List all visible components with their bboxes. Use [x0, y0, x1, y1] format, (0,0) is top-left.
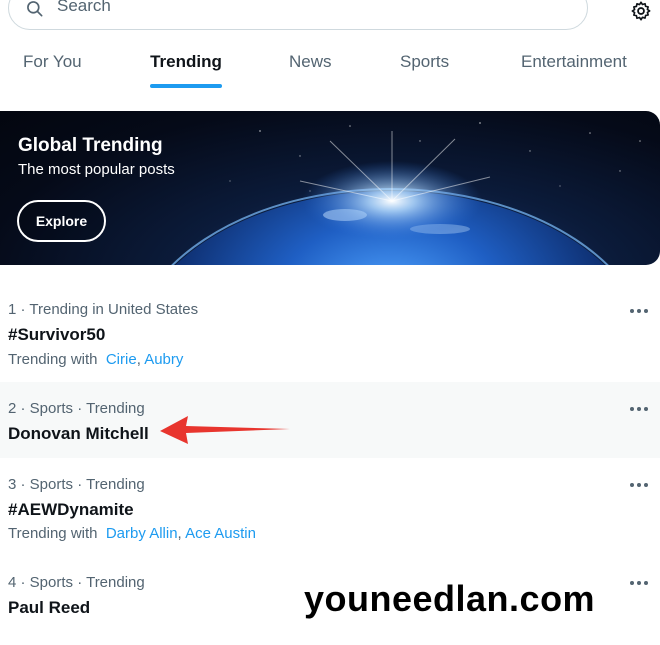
- related-link[interactable]: Darby Allin: [106, 525, 178, 542]
- trend-name: #AEWDynamite: [8, 500, 134, 519]
- tab-for-you[interactable]: For You: [23, 40, 82, 95]
- search-icon: [27, 1, 43, 17]
- trend-item[interactable]: 1 · Trending in United States #Survivor5…: [0, 290, 660, 382]
- banner-subtitle: The most popular posts: [18, 161, 175, 178]
- watermark-text: youneedlan.com: [304, 578, 596, 619]
- global-trending-banner[interactable]: Global Trending The most popular posts E…: [0, 111, 660, 265]
- tab-label: Sports: [400, 52, 450, 71]
- tab-label: Trending: [150, 52, 222, 71]
- related-link[interactable]: Ace Austin: [185, 525, 256, 542]
- search-bar[interactable]: [8, 0, 588, 30]
- active-tab-indicator: [150, 84, 222, 88]
- tab-news[interactable]: News: [289, 40, 332, 95]
- red-arrow-icon: [160, 416, 290, 444]
- trend-related-label: Trending with: [8, 525, 98, 542]
- banner-title: Global Trending: [18, 135, 163, 156]
- explore-button[interactable]: Explore: [17, 200, 106, 242]
- trend-related: Trending with Darby Allin, Ace Austin: [8, 525, 256, 542]
- trend-item[interactable]: 3 · Sports · Trending #AEWDynamite Trend…: [0, 458, 660, 556]
- related-link[interactable]: Cirie: [106, 351, 137, 368]
- tab-trending[interactable]: Trending: [150, 40, 222, 95]
- trend-meta: 4 · Sports · Trending: [8, 574, 145, 591]
- trend-meta: 3 · Sports · Trending: [8, 476, 145, 493]
- more-horizontal-icon[interactable]: [630, 306, 652, 316]
- tab-label: For You: [23, 52, 82, 71]
- trend-meta: 2 · Sports · Trending: [8, 400, 145, 417]
- trend-item[interactable]: 2 · Sports · Trending Donovan Mitchell: [0, 382, 660, 458]
- related-link[interactable]: Aubry: [144, 351, 183, 368]
- tab-entertainment[interactable]: Entertainment: [521, 40, 627, 95]
- tab-label: Entertainment: [521, 52, 627, 71]
- tab-bar: For You Trending News Sports Entertainme…: [0, 40, 660, 95]
- trend-name: Paul Reed: [8, 598, 91, 617]
- trend-name: Donovan Mitchell: [8, 424, 149, 443]
- more-horizontal-icon[interactable]: [630, 480, 652, 490]
- tab-label: News: [289, 52, 332, 71]
- trend-related: Trending with Cirie, Aubry: [8, 351, 184, 368]
- more-horizontal-icon[interactable]: [630, 404, 652, 414]
- more-horizontal-icon[interactable]: [630, 578, 652, 588]
- trend-meta: 1 · Trending in United States: [8, 301, 199, 318]
- trend-related-label: Trending with: [8, 351, 98, 368]
- gear-icon[interactable]: [630, 0, 652, 22]
- trend-name: #Survivor50: [8, 325, 106, 344]
- tab-sports[interactable]: Sports: [400, 40, 449, 95]
- search-input[interactable]: [55, 0, 559, 17]
